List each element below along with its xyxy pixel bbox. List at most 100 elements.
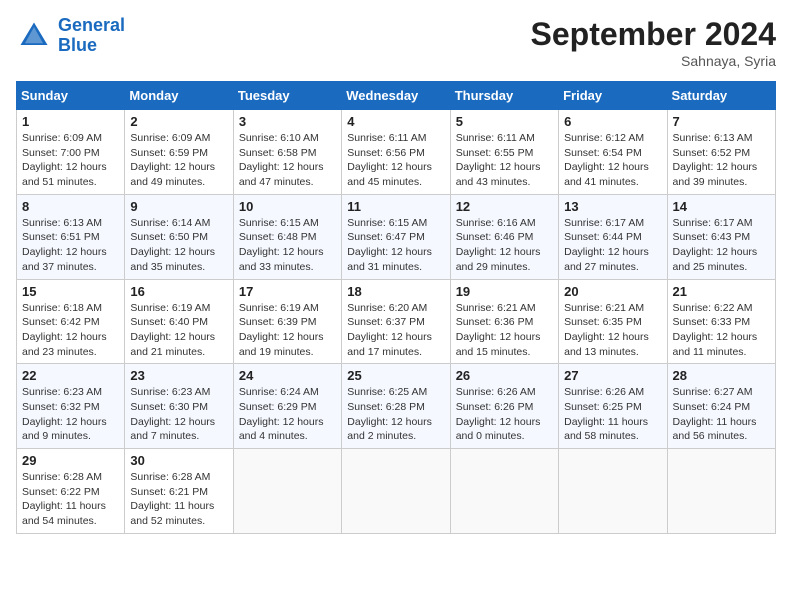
day-info: Sunrise: 6:18 AMSunset: 6:42 PMDaylight:… — [22, 301, 119, 360]
day-info: Sunrise: 6:19 AMSunset: 6:40 PMDaylight:… — [130, 301, 227, 360]
day-number: 19 — [456, 284, 553, 299]
day-header-friday: Friday — [559, 82, 667, 110]
day-header-wednesday: Wednesday — [342, 82, 450, 110]
calendar-cell: 28 Sunrise: 6:27 AMSunset: 6:24 PMDayligh… — [667, 364, 775, 449]
day-number: 22 — [22, 368, 119, 383]
calendar-cell — [233, 449, 341, 534]
calendar-cell: 5 Sunrise: 6:11 AMSunset: 6:55 PMDaylight… — [450, 110, 558, 195]
calendar-cell: 19 Sunrise: 6:21 AMSunset: 6:36 PMDayligh… — [450, 279, 558, 364]
day-number: 9 — [130, 199, 227, 214]
day-number: 27 — [564, 368, 661, 383]
location: Sahnaya, Syria — [531, 53, 776, 69]
day-info: Sunrise: 6:15 AMSunset: 6:47 PMDaylight:… — [347, 216, 444, 275]
calendar-cell: 18 Sunrise: 6:20 AMSunset: 6:37 PMDayligh… — [342, 279, 450, 364]
day-number: 13 — [564, 199, 661, 214]
logo-icon — [16, 18, 52, 54]
day-info: Sunrise: 6:20 AMSunset: 6:37 PMDaylight:… — [347, 301, 444, 360]
day-info: Sunrise: 6:28 AMSunset: 6:21 PMDaylight:… — [130, 470, 227, 529]
day-info: Sunrise: 6:11 AMSunset: 6:55 PMDaylight:… — [456, 131, 553, 190]
calendar-cell — [342, 449, 450, 534]
calendar-cell: 27 Sunrise: 6:26 AMSunset: 6:25 PMDayligh… — [559, 364, 667, 449]
day-info: Sunrise: 6:23 AMSunset: 6:30 PMDaylight:… — [130, 385, 227, 444]
calendar-cell: 24 Sunrise: 6:24 AMSunset: 6:29 PMDayligh… — [233, 364, 341, 449]
day-number: 6 — [564, 114, 661, 129]
day-info: Sunrise: 6:16 AMSunset: 6:46 PMDaylight:… — [456, 216, 553, 275]
day-info: Sunrise: 6:10 AMSunset: 6:58 PMDaylight:… — [239, 131, 336, 190]
calendar-cell: 4 Sunrise: 6:11 AMSunset: 6:56 PMDaylight… — [342, 110, 450, 195]
page-header: General Blue September 2024 Sahnaya, Syr… — [16, 16, 776, 69]
title-area: September 2024 Sahnaya, Syria — [531, 16, 776, 69]
calendar-cell: 8Sunrise: 6:13 AMSunset: 6:51 PMDaylight… — [17, 194, 125, 279]
calendar-cell: 25 Sunrise: 6:25 AMSunset: 6:28 PMDayligh… — [342, 364, 450, 449]
calendar-cell — [667, 449, 775, 534]
logo-text: General Blue — [58, 16, 125, 56]
day-number: 10 — [239, 199, 336, 214]
day-number: 24 — [239, 368, 336, 383]
day-number: 12 — [456, 199, 553, 214]
calendar-cell: 2 Sunrise: 6:09 AMSunset: 6:59 PMDaylight… — [125, 110, 233, 195]
day-info: Sunrise: 6:11 AMSunset: 6:56 PMDaylight:… — [347, 131, 444, 190]
day-number: 15 — [22, 284, 119, 299]
day-number: 11 — [347, 199, 444, 214]
day-info: Sunrise: 6:21 AMSunset: 6:35 PMDaylight:… — [564, 301, 661, 360]
calendar-cell: 1 Sunrise: 6:09 AMSunset: 7:00 PMDaylight… — [17, 110, 125, 195]
day-header-tuesday: Tuesday — [233, 82, 341, 110]
day-info: Sunrise: 6:21 AMSunset: 6:36 PMDaylight:… — [456, 301, 553, 360]
calendar-cell: 30 Sunrise: 6:28 AMSunset: 6:21 PMDayligh… — [125, 449, 233, 534]
calendar-cell: 17 Sunrise: 6:19 AMSunset: 6:39 PMDayligh… — [233, 279, 341, 364]
day-number: 23 — [130, 368, 227, 383]
day-info: Sunrise: 6:19 AMSunset: 6:39 PMDaylight:… — [239, 301, 336, 360]
calendar-cell: 16 Sunrise: 6:19 AMSunset: 6:40 PMDayligh… — [125, 279, 233, 364]
day-number: 28 — [673, 368, 770, 383]
day-number: 21 — [673, 284, 770, 299]
day-number: 25 — [347, 368, 444, 383]
calendar-cell: 20 Sunrise: 6:21 AMSunset: 6:35 PMDayligh… — [559, 279, 667, 364]
calendar-cell: 10 Sunrise: 6:15 AMSunset: 6:48 PMDayligh… — [233, 194, 341, 279]
day-header-thursday: Thursday — [450, 82, 558, 110]
day-number: 30 — [130, 453, 227, 468]
calendar-cell: 26Sunrise: 6:26 AMSunset: 6:26 PMDayligh… — [450, 364, 558, 449]
day-info: Sunrise: 6:26 AMSunset: 6:26 PMDaylight:… — [456, 385, 553, 444]
day-info: Sunrise: 6:26 AMSunset: 6:25 PMDaylight:… — [564, 385, 661, 444]
day-info: Sunrise: 6:09 AMSunset: 6:59 PMDaylight:… — [130, 131, 227, 190]
day-info: Sunrise: 6:09 AMSunset: 7:00 PMDaylight:… — [22, 131, 119, 190]
logo-line1: General — [58, 15, 125, 35]
calendar-cell: 13 Sunrise: 6:17 AMSunset: 6:44 PMDayligh… — [559, 194, 667, 279]
day-info: Sunrise: 6:14 AMSunset: 6:50 PMDaylight:… — [130, 216, 227, 275]
day-number: 4 — [347, 114, 444, 129]
calendar-cell: 9 Sunrise: 6:14 AMSunset: 6:50 PMDaylight… — [125, 194, 233, 279]
calendar-cell: 3Sunrise: 6:10 AMSunset: 6:58 PMDaylight… — [233, 110, 341, 195]
day-number: 7 — [673, 114, 770, 129]
day-number: 20 — [564, 284, 661, 299]
calendar-cell: 22 Sunrise: 6:23 AMSunset: 6:32 PMDayligh… — [17, 364, 125, 449]
calendar-cell: 11 Sunrise: 6:15 AMSunset: 6:47 PMDayligh… — [342, 194, 450, 279]
calendar-cell: 14 Sunrise: 6:17 AMSunset: 6:43 PMDayligh… — [667, 194, 775, 279]
day-number: 5 — [456, 114, 553, 129]
day-number: 16 — [130, 284, 227, 299]
day-info: Sunrise: 6:15 AMSunset: 6:48 PMDaylight:… — [239, 216, 336, 275]
calendar-table: SundayMondayTuesdayWednesdayThursdayFrid… — [16, 81, 776, 534]
day-number: 29 — [22, 453, 119, 468]
day-info: Sunrise: 6:25 AMSunset: 6:28 PMDaylight:… — [347, 385, 444, 444]
day-header-monday: Monday — [125, 82, 233, 110]
day-number: 18 — [347, 284, 444, 299]
day-info: Sunrise: 6:13 AMSunset: 6:51 PMDaylight:… — [22, 216, 119, 275]
calendar-cell: 15 Sunrise: 6:18 AMSunset: 6:42 PMDayligh… — [17, 279, 125, 364]
calendar-cell: 6Sunrise: 6:12 AMSunset: 6:54 PMDaylight… — [559, 110, 667, 195]
day-header-saturday: Saturday — [667, 82, 775, 110]
calendar-cell: 29Sunrise: 6:28 AMSunset: 6:22 PMDayligh… — [17, 449, 125, 534]
day-info: Sunrise: 6:23 AMSunset: 6:32 PMDaylight:… — [22, 385, 119, 444]
day-info: Sunrise: 6:17 AMSunset: 6:44 PMDaylight:… — [564, 216, 661, 275]
day-number: 17 — [239, 284, 336, 299]
month-title: September 2024 — [531, 16, 776, 53]
day-info: Sunrise: 6:17 AMSunset: 6:43 PMDaylight:… — [673, 216, 770, 275]
day-number: 1 — [22, 114, 119, 129]
day-info: Sunrise: 6:27 AMSunset: 6:24 PMDaylight:… — [673, 385, 770, 444]
calendar-cell: 21Sunrise: 6:22 AMSunset: 6:33 PMDayligh… — [667, 279, 775, 364]
day-number: 2 — [130, 114, 227, 129]
day-number: 14 — [673, 199, 770, 214]
logo: General Blue — [16, 16, 125, 56]
logo-line2: Blue — [58, 35, 97, 55]
calendar-cell: 12 Sunrise: 6:16 AMSunset: 6:46 PMDayligh… — [450, 194, 558, 279]
day-info: Sunrise: 6:24 AMSunset: 6:29 PMDaylight:… — [239, 385, 336, 444]
